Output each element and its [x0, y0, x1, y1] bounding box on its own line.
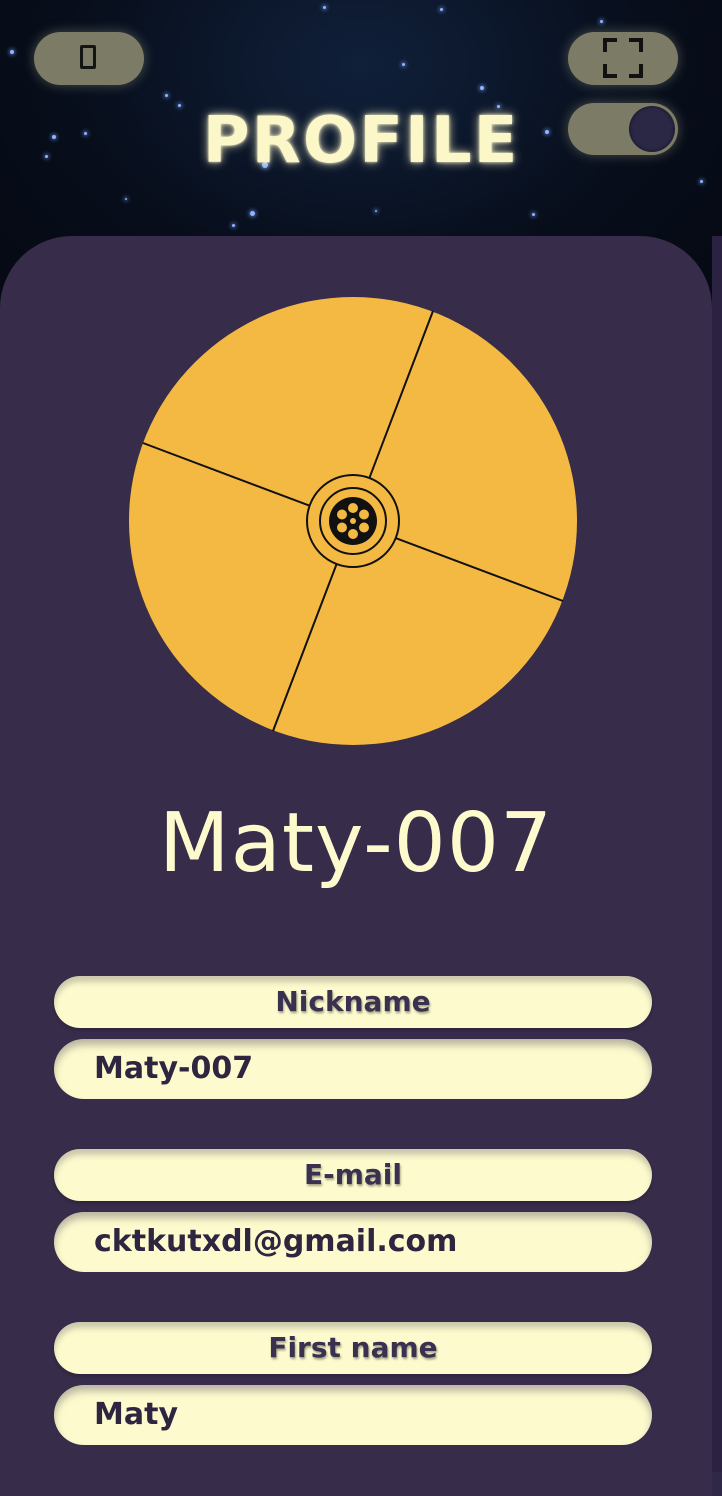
first-name-label: First name	[54, 1322, 652, 1374]
email-label: E-mail	[54, 1149, 652, 1201]
star	[165, 94, 168, 97]
profile-username: Maty-007	[158, 796, 554, 891]
star	[250, 211, 255, 216]
back-icon	[80, 45, 96, 69]
star	[10, 50, 14, 54]
fullscreen-icon	[603, 38, 643, 78]
scroll-edge	[712, 236, 722, 1472]
page-title: PROFILE	[202, 104, 520, 178]
star	[232, 224, 235, 227]
back-button[interactable]	[34, 32, 144, 85]
star	[375, 210, 377, 212]
star	[600, 20, 603, 23]
revolver-cylinder-icon	[329, 497, 377, 545]
nickname-field[interactable]: Maty-007	[54, 1039, 652, 1099]
star	[700, 180, 703, 183]
star	[125, 198, 127, 200]
first-name-field[interactable]: Maty	[54, 1385, 652, 1445]
star	[323, 6, 326, 9]
star	[440, 8, 443, 11]
star	[402, 63, 405, 66]
avatar[interactable]	[128, 296, 578, 746]
star	[480, 86, 484, 90]
star	[532, 213, 535, 216]
email-field[interactable]: cktkutxdl@gmail.com	[54, 1212, 652, 1272]
nickname-label: Nickname	[54, 976, 652, 1028]
fullscreen-button[interactable]	[568, 32, 678, 85]
